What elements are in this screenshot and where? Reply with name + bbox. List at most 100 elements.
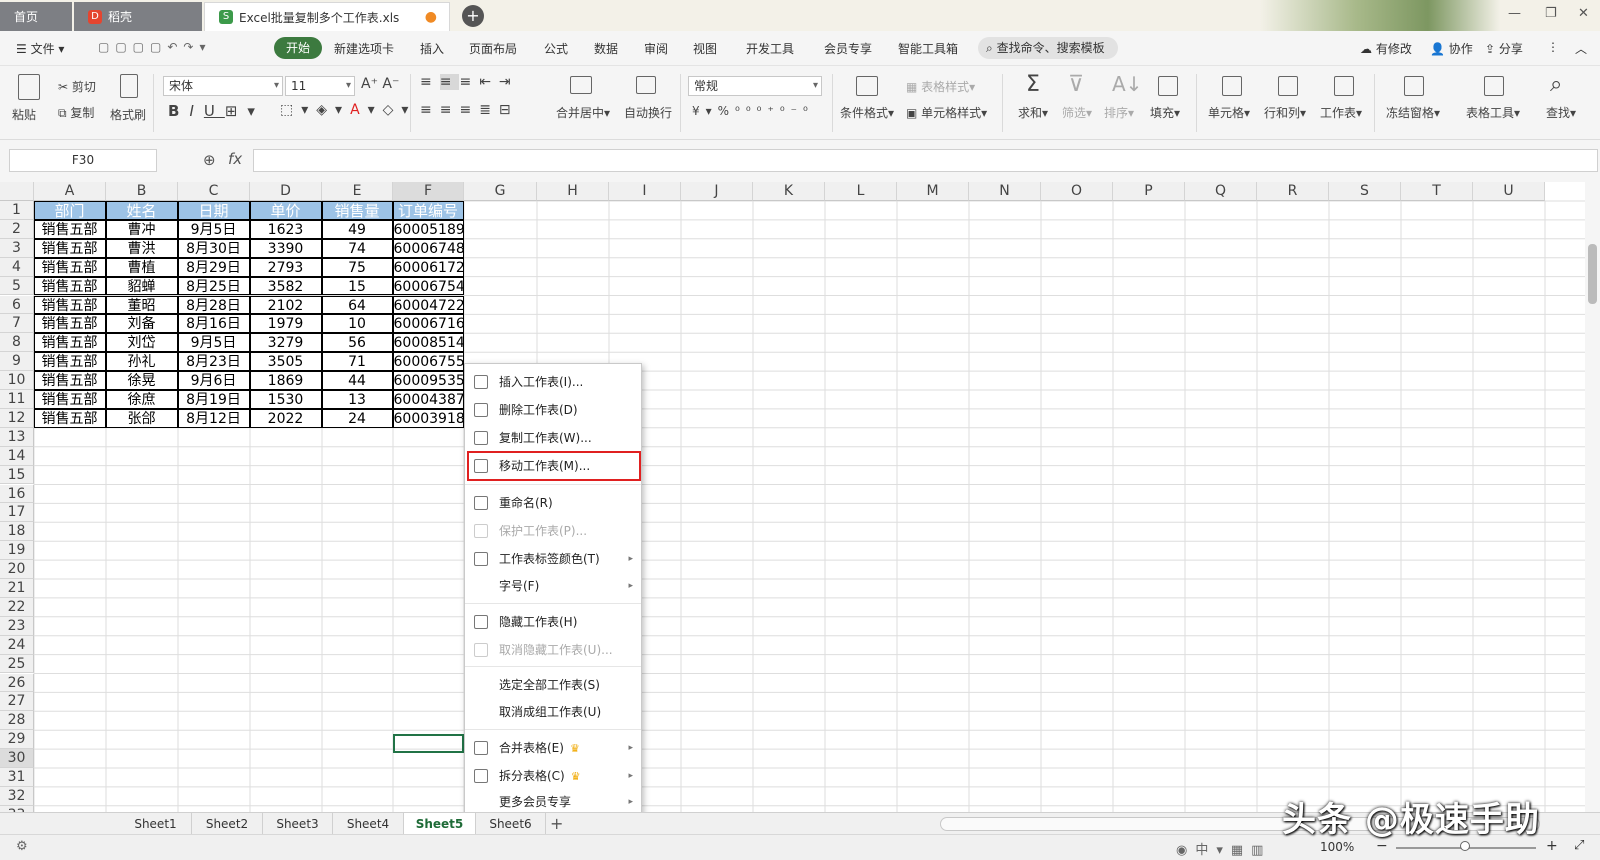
table-cell[interactable]: 销售五部 <box>33 257 106 277</box>
row-header-23[interactable]: 23 <box>0 616 34 636</box>
view-mode-icons[interactable]: ◉中▾▦▥ <box>1176 839 1271 858</box>
table-cell[interactable]: 2793 <box>249 257 322 277</box>
collapse-ribbon-icon[interactable]: ︿ <box>1575 40 1587 57</box>
table-cell[interactable]: 1530 <box>249 390 322 409</box>
menu-delete-sheet[interactable]: 删除工作表(D) <box>465 397 641 423</box>
command-search[interactable]: ⌕ 查找命令、搜索模板 <box>978 37 1118 59</box>
row-header-3[interactable]: 3 <box>0 238 34 258</box>
table-header-cell[interactable]: 姓名 <box>105 201 178 220</box>
table-cell[interactable]: 15 <box>321 276 393 296</box>
find-button[interactable]: 查找▾ <box>1546 104 1576 121</box>
column-header-Q[interactable]: Q <box>1185 182 1257 201</box>
menu-merge-tables[interactable]: 合并表格(E) ♛ ▸ <box>465 735 641 761</box>
font-style-icons[interactable]: BIU⊞▾ <box>168 102 265 120</box>
row-header-10[interactable]: 10 <box>0 371 34 390</box>
table-cell[interactable]: 销售五部 <box>33 295 106 315</box>
table-cell[interactable]: 貂蝉 <box>105 276 178 296</box>
table-cell[interactable]: 56 <box>321 333 393 353</box>
row-header-14[interactable]: 14 <box>0 446 34 466</box>
tab-data[interactable]: 数据 <box>594 40 618 57</box>
sheet-tab-4[interactable]: Sheet4 <box>333 813 404 835</box>
copy-button[interactable]: ⧉ 复制 <box>58 104 94 121</box>
row-header-32[interactable]: 32 <box>0 786 34 806</box>
table-cell[interactable]: 销售五部 <box>33 333 106 353</box>
table-cell[interactable]: 销售五部 <box>33 276 106 296</box>
fill-icon[interactable] <box>1158 76 1178 96</box>
table-cell[interactable]: 刘备 <box>105 314 178 334</box>
table-cell[interactable]: 13 <box>321 390 393 409</box>
fx-icon[interactable]: fx <box>228 150 242 168</box>
row-header-20[interactable]: 20 <box>0 560 34 579</box>
table-cell[interactable]: 销售五部 <box>33 352 106 372</box>
table-header-cell[interactable]: 订单编号 <box>392 201 464 220</box>
format-painter-button[interactable]: 格式刷 <box>110 106 146 123</box>
table-cell[interactable]: 销售五部 <box>33 219 106 239</box>
table-cell[interactable]: 60009535 <box>392 371 464 390</box>
column-header-U[interactable]: U <box>1473 182 1545 201</box>
table-cell[interactable]: 60003918 <box>392 408 464 428</box>
column-header-L[interactable]: L <box>825 182 897 201</box>
table-cell[interactable]: 9月5日 <box>177 219 250 239</box>
zoom-slider-thumb[interactable] <box>1460 841 1470 851</box>
row-header-24[interactable]: 24 <box>0 635 34 655</box>
table-header-cell[interactable]: 销售量 <box>321 201 393 220</box>
row-col-button[interactable]: 行和列▾ <box>1264 104 1306 121</box>
column-header-A[interactable]: A <box>34 182 106 201</box>
row-header-4[interactable]: 4 <box>0 257 34 277</box>
fullscreen-icon[interactable]: ⤢ <box>1574 838 1584 853</box>
column-header-D[interactable]: D <box>250 182 322 201</box>
table-tools-icon[interactable] <box>1484 76 1504 96</box>
table-cell[interactable]: 1623 <box>249 219 322 239</box>
tab-start[interactable]: 开始 <box>274 37 322 59</box>
tab-smart-tools[interactable]: 智能工具箱 <box>898 40 958 57</box>
table-cell[interactable]: 600051890 <box>392 219 464 239</box>
close-icon[interactable]: ✕ <box>1578 6 1589 21</box>
select-all-corner[interactable] <box>0 182 34 201</box>
font-grow-shrink-icons[interactable]: A⁺ A⁻ <box>361 76 399 92</box>
table-cell[interactable]: 75 <box>321 257 393 277</box>
column-header-C[interactable]: C <box>178 182 250 201</box>
menu-font-size[interactable]: 字号(F) ▸ <box>465 573 641 599</box>
vertical-scroll-thumb[interactable] <box>1588 244 1597 304</box>
sheet-tab-3[interactable]: Sheet3 <box>263 813 333 835</box>
alignment-icons-top[interactable]: ≡≡≡⇤⇥ <box>420 74 519 90</box>
row-header-31[interactable]: 31 <box>0 768 34 787</box>
row-header-26[interactable]: 26 <box>0 673 34 693</box>
find-icon[interactable]: ⌕ <box>1550 72 1562 97</box>
row-header-5[interactable]: 5 <box>0 276 34 296</box>
number-format-icons[interactable]: ¥▾%⁰⁰⁰⁺⁰⁻⁰ <box>692 104 814 118</box>
minimize-icon[interactable]: — <box>1508 6 1521 21</box>
sheet-tab-5-active[interactable]: Sheet5 <box>404 813 476 835</box>
sort-button[interactable]: 排序▾ <box>1104 104 1134 121</box>
table-header-cell[interactable]: 部门 <box>33 201 106 220</box>
table-cell[interactable]: 曹冲 <box>105 219 178 239</box>
more-icon[interactable]: ⋮ <box>1547 40 1559 54</box>
tab-vip[interactable]: 会员专享 <box>824 40 872 57</box>
font-size-select[interactable]: 11 <box>285 76 355 96</box>
sort-icon[interactable]: A↓ <box>1112 72 1142 96</box>
row-header-7[interactable]: 7 <box>0 314 34 334</box>
menu-unhide-sheet[interactable]: 取消隐藏工作表(U)... <box>465 637 641 663</box>
table-cell[interactable]: 徐晃 <box>105 371 178 390</box>
table-cell[interactable]: 10 <box>321 314 393 334</box>
table-cell[interactable]: 刘岱 <box>105 333 178 353</box>
column-header-S[interactable]: S <box>1329 182 1401 201</box>
sheet-tab-2[interactable]: Sheet2 <box>192 813 263 835</box>
column-header-P[interactable]: P <box>1113 182 1185 201</box>
menu-protect-sheet[interactable]: 保护工作表(P)... <box>465 518 641 544</box>
row-header-25[interactable]: 25 <box>0 654 34 674</box>
row-header-29[interactable]: 29 <box>0 730 34 750</box>
filter-button[interactable]: 筛选▾ <box>1062 104 1092 121</box>
wrap-text-button[interactable]: 自动换行 <box>624 104 672 121</box>
tab-new-option[interactable]: 新建选项卡 <box>334 40 394 57</box>
table-cell[interactable]: 8月16日 <box>177 314 250 334</box>
row-header-27[interactable]: 27 <box>0 692 34 712</box>
sum-button[interactable]: 求和▾ <box>1018 104 1048 121</box>
row-header-8[interactable]: 8 <box>0 333 34 353</box>
sheet-tab-1[interactable]: Sheet1 <box>120 813 192 835</box>
row-header-9[interactable]: 9 <box>0 352 34 372</box>
menu-rename[interactable]: 重命名(R) <box>465 490 641 516</box>
row-header-15[interactable]: 15 <box>0 465 34 485</box>
table-cell[interactable]: 8月29日 <box>177 257 250 277</box>
tab-insert[interactable]: 插入 <box>420 40 444 57</box>
